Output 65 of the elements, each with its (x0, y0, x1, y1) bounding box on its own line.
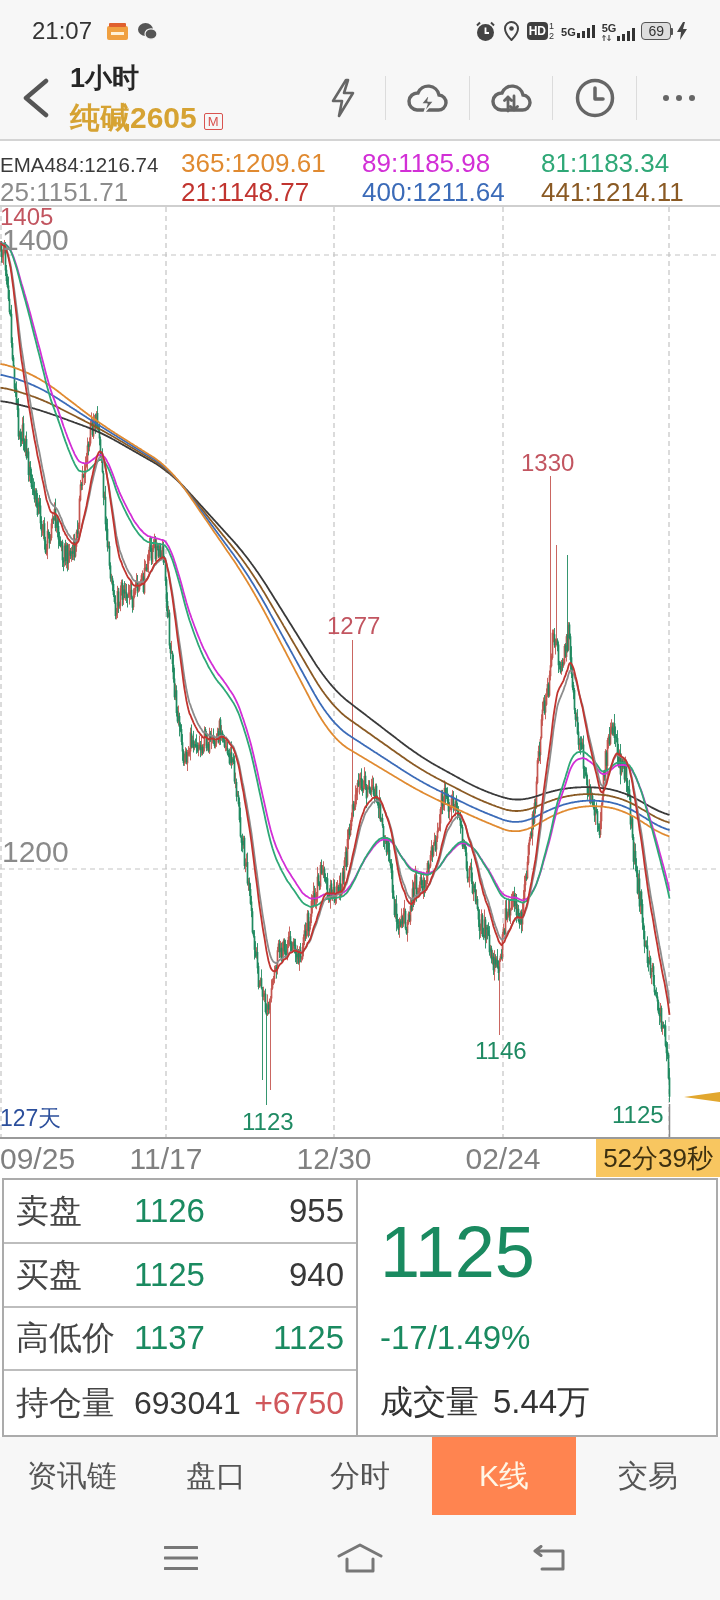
quote-value: 1137 (134, 1318, 206, 1359)
main-contract-badge: M (203, 112, 223, 130)
quote-label: 持仓量 (16, 1383, 116, 1424)
tab[interactable]: 交易 (576, 1437, 720, 1515)
period-label: 1小时 (70, 63, 141, 93)
clock-icon[interactable] (574, 78, 615, 118)
back-icon[interactable] (532, 1544, 566, 1571)
location-pin-icon (503, 21, 519, 41)
y-axis-label: 1400 (2, 227, 69, 253)
cloud-arrows-icon[interactable] (489, 83, 533, 113)
chat-bubbles-icon (138, 22, 158, 40)
hd-indicator: HD (526, 22, 549, 40)
date-label: 09/25 (0, 1141, 76, 1177)
indicator-value: 365:1209.61 (181, 149, 327, 178)
menu-icon[interactable] (164, 1544, 198, 1571)
sim-number: 1 (549, 21, 555, 31)
low-price-label: 1123 (242, 1110, 294, 1134)
volume-value: 5.44万 (493, 1382, 591, 1422)
signal-icon (576, 24, 595, 38)
indicator-value: 25:1151.71 (0, 178, 130, 207)
last-price: 1125 (380, 1212, 535, 1292)
price-change: -17/1.49% (380, 1318, 531, 1358)
quote-value: +6750 (254, 1384, 344, 1424)
network-type-label: 5G (601, 21, 617, 34)
quote-value: 1125 (134, 1254, 206, 1295)
low-price-label: 1125 (612, 1103, 664, 1127)
date-label: 02/24 (465, 1141, 541, 1177)
signal-icon (617, 27, 636, 41)
date-label: 12/30 (296, 1141, 372, 1177)
battery-indicator: 69 (641, 22, 673, 40)
quote-value: 955 (288, 1190, 344, 1231)
tab[interactable]: 盘口 (144, 1437, 288, 1515)
quote-label: 买盘 (16, 1254, 83, 1295)
more-icon[interactable] (662, 95, 695, 101)
tab[interactable]: 分时 (288, 1437, 432, 1515)
indicator-value: 21:1148.77 (181, 178, 311, 207)
sim-number: 2 (549, 31, 555, 41)
indicator-value: 441:1214.11 (541, 178, 685, 207)
status-time: 21:07 (32, 17, 93, 45)
network-type-label: 5G (561, 25, 576, 38)
indicator-value: 81:1183.34 (541, 149, 671, 178)
y-axis-label: 1200 (2, 839, 69, 865)
high-price-label: 1277 (327, 614, 381, 638)
indicator-value: EMA484:1216.74 (0, 152, 160, 178)
quote-value: 1125 (273, 1318, 344, 1359)
low-price-label: 1146 (475, 1039, 527, 1063)
alarm-clock-icon (474, 20, 496, 42)
cloud-lightning-icon[interactable] (405, 83, 450, 113)
indicator-value: 400:1211.64 (362, 178, 506, 207)
quote-value: 1126 (134, 1190, 206, 1231)
date-label: 11/17 (129, 1141, 203, 1177)
quote-value: 940 (288, 1254, 344, 1295)
quote-label: 高低价 (16, 1318, 116, 1359)
app-icon (107, 22, 129, 40)
quote-label: 卖盘 (16, 1190, 83, 1231)
home-icon[interactable] (337, 1542, 383, 1573)
countdown-badge: 52分39秒 (596, 1139, 720, 1177)
high-price-label: 1330 (521, 451, 575, 475)
volume-label: 成交量 (380, 1382, 479, 1422)
high-price-label: 1405 (0, 207, 54, 227)
tab[interactable]: 资讯链 (0, 1437, 144, 1515)
indicator-value: 89:1185.98 (362, 149, 492, 178)
contract-name: 纯碱2605 (70, 100, 197, 136)
day-span-label: 127天 (0, 1107, 62, 1130)
quote-value: 693041 (134, 1384, 242, 1424)
